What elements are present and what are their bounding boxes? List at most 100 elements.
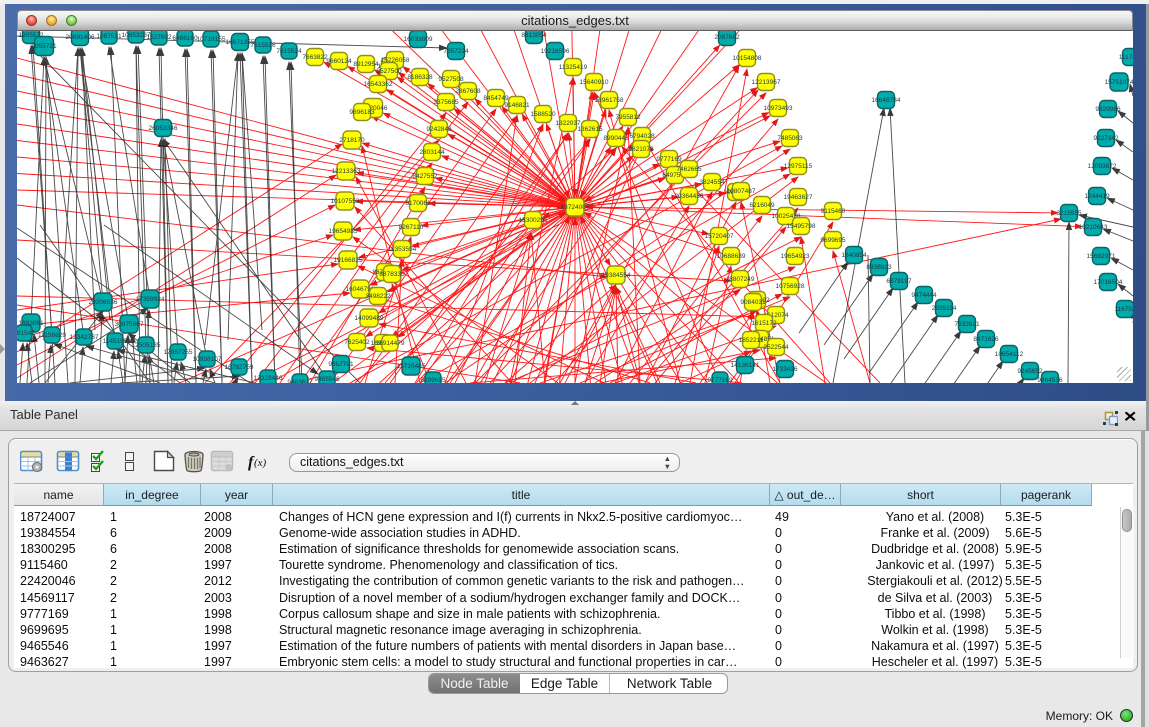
svg-text:9777169: 9777169	[707, 377, 733, 383]
svg-text:12213363: 12213363	[332, 168, 361, 175]
svg-text:9146821: 9146821	[504, 102, 530, 109]
svg-text:12213967: 12213967	[752, 79, 781, 86]
svg-text:9896183: 9896183	[349, 109, 375, 116]
svg-text:8427552: 8427552	[412, 173, 438, 180]
svg-text:16648784: 16648784	[872, 97, 901, 104]
svg-text:8170061: 8170061	[405, 200, 431, 207]
svg-text:2522544: 2522544	[763, 344, 789, 351]
svg-text:9699695: 9699695	[820, 237, 846, 244]
svg-text:1087531: 1087531	[96, 33, 122, 40]
svg-text:12093872: 12093872	[1088, 163, 1117, 170]
svg-text:12342737: 12342737	[70, 334, 99, 341]
svg-text:1527602: 1527602	[146, 34, 172, 41]
svg-text:3824554: 3824554	[699, 179, 725, 186]
svg-text:30975867: 30975867	[115, 321, 144, 328]
svg-text:9527500: 9527500	[376, 68, 402, 75]
svg-text:7955812: 7955812	[615, 114, 641, 121]
svg-text:26053346: 26053346	[149, 125, 178, 132]
svg-text:1640954: 1640954	[841, 252, 867, 259]
svg-text:16033809: 16033809	[404, 36, 433, 43]
svg-text:7663822: 7663822	[302, 54, 328, 61]
svg-text:6466160: 6466160	[172, 35, 198, 42]
svg-text:20691406: 20691406	[66, 34, 95, 41]
svg-text:15720407: 15720407	[705, 233, 734, 240]
svg-text:3375685: 3375685	[433, 99, 459, 106]
svg-text:1244419: 1244419	[1084, 193, 1110, 200]
svg-text:18807249: 18807249	[726, 276, 755, 283]
svg-text:1117439: 1117439	[1119, 54, 1133, 61]
svg-text:1145193: 1145193	[103, 338, 128, 345]
svg-text:8813054: 8813054	[521, 32, 547, 39]
svg-text:(x): (x)	[254, 457, 267, 469]
svg-text:11156829: 11156829	[38, 332, 66, 339]
svg-text:14136141: 14136141	[731, 362, 760, 369]
svg-text:2718170: 2718170	[339, 137, 365, 144]
svg-text:16961758: 16961758	[595, 97, 624, 104]
svg-text:1615172: 1615172	[751, 320, 777, 327]
svg-text:10154808: 10154808	[733, 55, 762, 62]
svg-text:391547: 391547	[17, 330, 35, 337]
svg-text:9474444: 9474444	[911, 292, 937, 299]
svg-text:17359924: 17359924	[136, 296, 165, 303]
svg-text:7615524: 7615524	[276, 48, 302, 55]
svg-text:9084031: 9084031	[740, 299, 766, 306]
svg-text:8186328: 8186328	[407, 74, 433, 81]
svg-text:15692971: 15692971	[1087, 253, 1116, 260]
svg-text:12323446: 12323446	[254, 375, 283, 382]
svg-text:9055721: 9055721	[31, 43, 57, 50]
svg-text:15640910: 15640910	[580, 79, 609, 86]
svg-text:6794028: 6794028	[629, 133, 655, 140]
svg-text:8267110: 8267110	[399, 224, 424, 231]
svg-text:12505135: 12505135	[132, 342, 161, 349]
svg-text:10688639: 10688639	[717, 253, 746, 260]
svg-text:19654985: 19654985	[329, 228, 358, 235]
svg-text:1588520: 1588520	[530, 111, 556, 118]
svg-text:19463627: 19463627	[784, 194, 813, 201]
svg-text:15751074: 15751074	[1105, 79, 1133, 86]
svg-text:8938923: 8938923	[866, 264, 892, 271]
svg-text:6879197: 6879197	[886, 278, 912, 285]
svg-text:3498222: 3498222	[365, 293, 391, 300]
svg-text:9463627: 9463627	[287, 379, 313, 383]
svg-text:11353594: 11353594	[388, 246, 417, 253]
svg-text:9245652: 9245652	[1017, 368, 1043, 375]
svg-text:11325419: 11325419	[559, 64, 588, 71]
svg-text:9527508: 9527508	[438, 76, 464, 83]
svg-text:9227342: 9227342	[1093, 135, 1119, 142]
svg-text:9329966: 9329966	[1095, 106, 1121, 113]
svg-text:1621072: 1621072	[628, 146, 654, 153]
svg-text:7485063: 7485063	[777, 135, 803, 142]
svg-text:16543362: 16543362	[364, 81, 393, 88]
svg-text:9242848: 9242848	[426, 126, 452, 133]
svg-text:7515526: 7515526	[250, 42, 276, 49]
svg-text:8471626: 8471626	[973, 336, 999, 343]
svg-text:17957255: 17957255	[164, 349, 193, 356]
svg-text:9857791: 9857791	[328, 361, 354, 368]
svg-text:1362615: 1362615	[577, 126, 603, 133]
svg-text:7462665: 7462665	[676, 166, 702, 173]
svg-text:10958107: 10958107	[193, 356, 222, 363]
svg-text:10756928: 10756928	[776, 283, 805, 290]
svg-text:16914479: 16914479	[376, 340, 405, 347]
svg-text:20206536: 20206536	[89, 299, 118, 306]
svg-text:116753: 116753	[1114, 306, 1133, 313]
svg-text:9777169: 9777169	[656, 156, 682, 163]
svg-text:2087682: 2087682	[714, 34, 740, 41]
svg-text:8454749: 8454749	[483, 95, 509, 102]
svg-text:9465546: 9465546	[314, 376, 340, 383]
svg-text:7625402: 7625402	[344, 339, 370, 346]
svg-text:9699695: 9699695	[420, 377, 446, 383]
svg-text:18724007: 18724007	[561, 204, 590, 211]
svg-text:16782759: 16782759	[225, 364, 254, 371]
svg-text:19166825: 19166825	[334, 257, 363, 264]
svg-text:12975115: 12975115	[784, 163, 813, 170]
svg-text:7357224: 7357224	[443, 48, 469, 55]
svg-text:16210643: 16210643	[1079, 224, 1108, 231]
svg-text:18300295: 18300295	[519, 217, 548, 224]
svg-text:1733426: 1733426	[772, 366, 798, 373]
svg-text:19654923: 19654923	[781, 253, 810, 260]
svg-text:9115460: 9115460	[821, 208, 846, 215]
svg-text:15495798: 15495798	[787, 223, 816, 230]
svg-text:8912954: 8912954	[353, 61, 379, 68]
svg-text:13716485: 13716485	[397, 363, 426, 370]
